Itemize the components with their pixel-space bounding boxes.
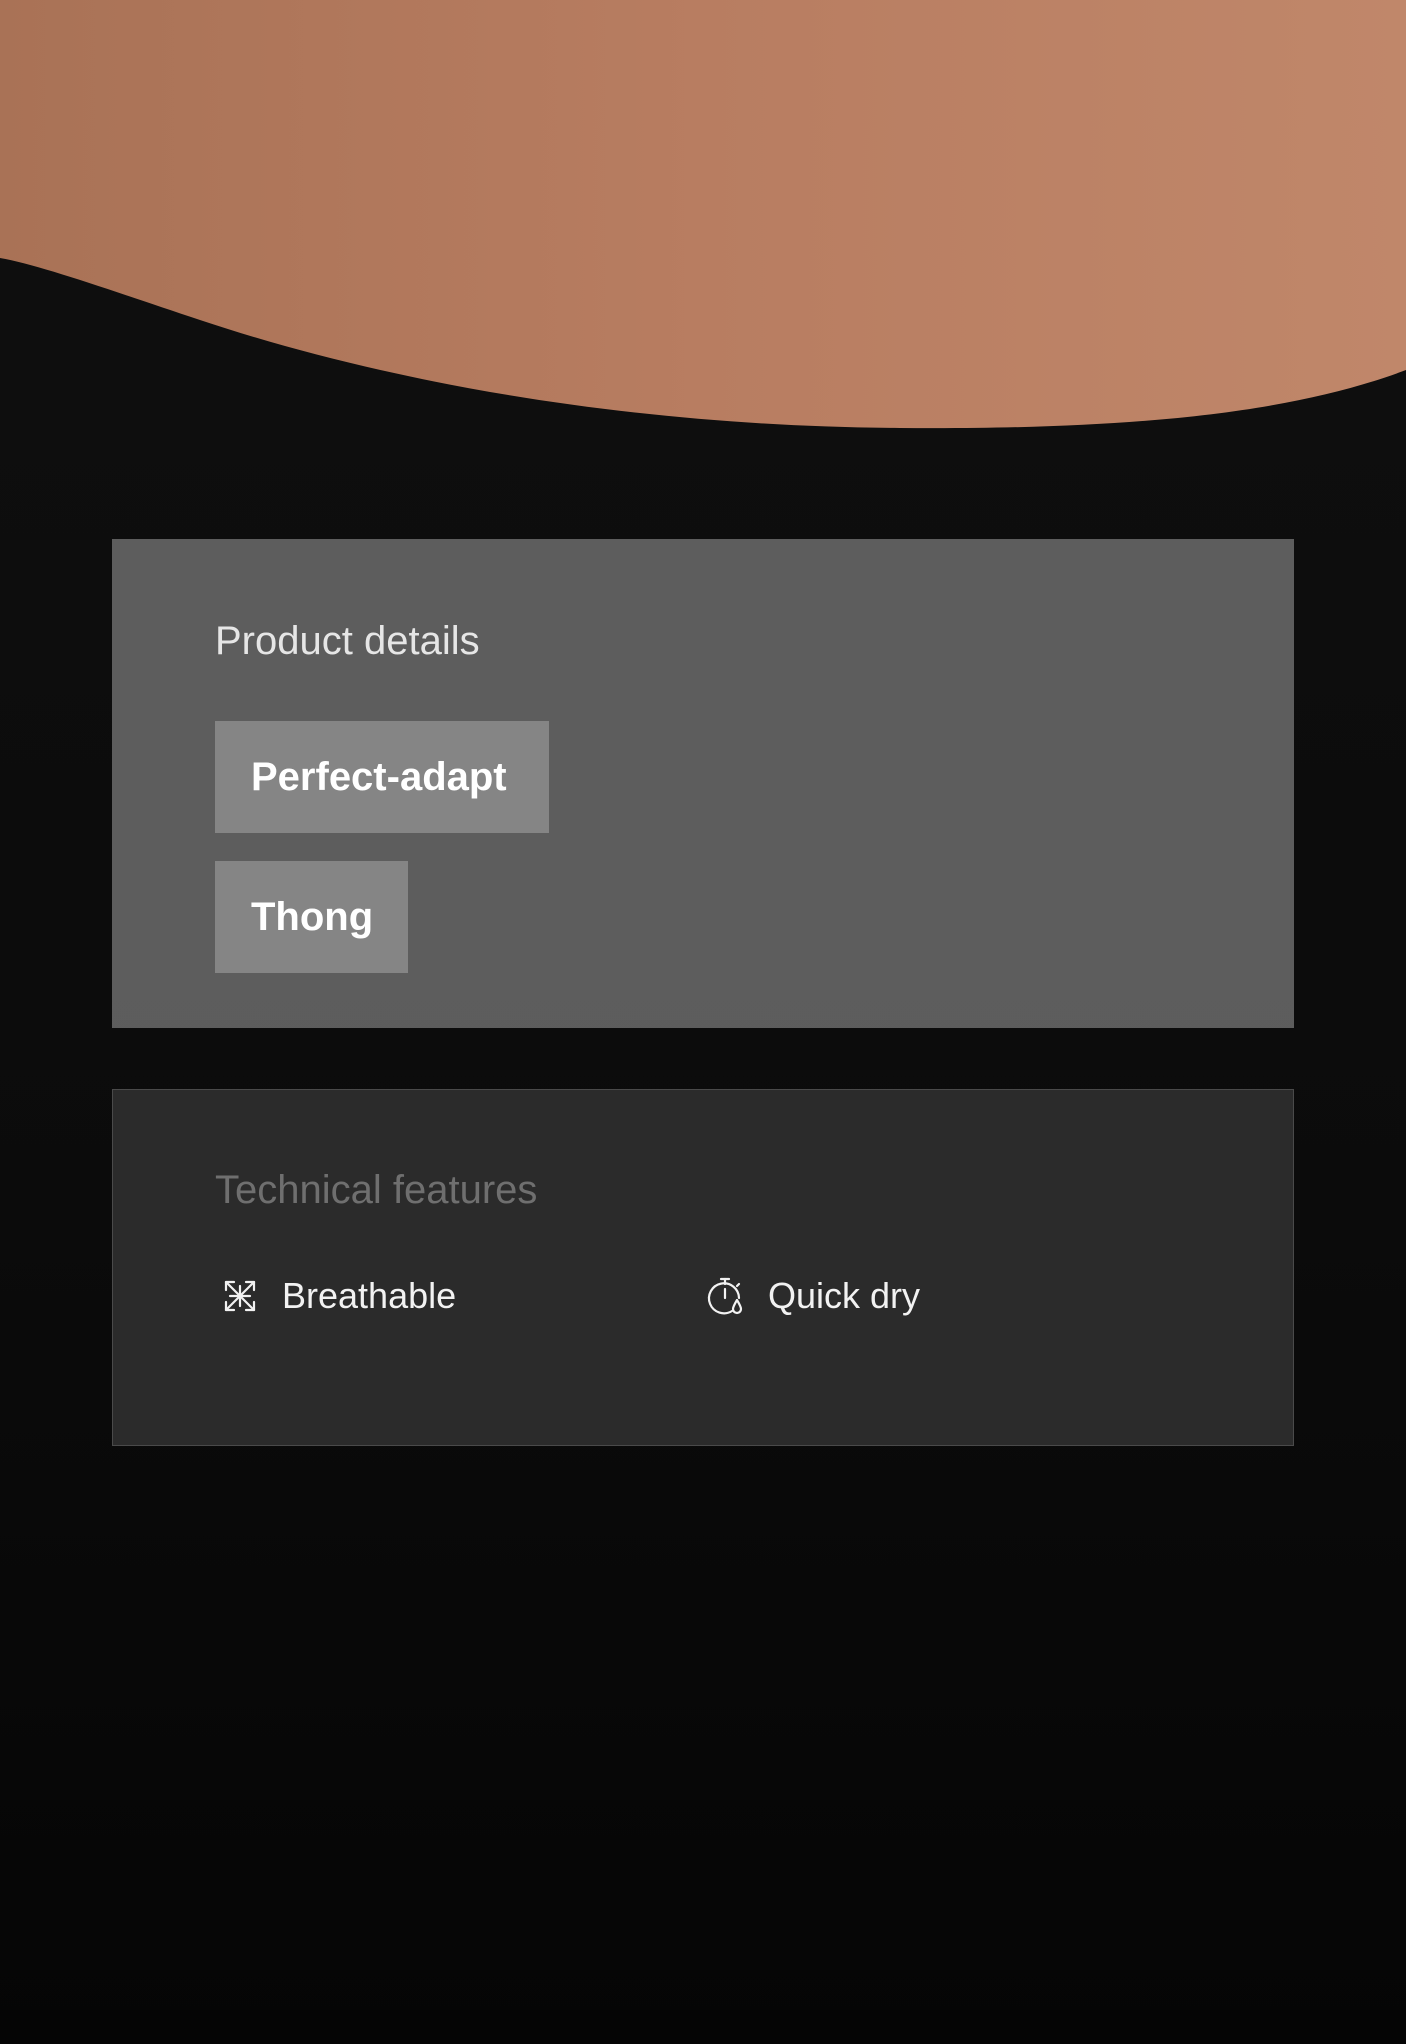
product-details-title: Product details <box>215 619 480 663</box>
product-details-panel: Product details Perfect-adapt Thong <box>112 539 1294 1028</box>
technical-features-title: Technical features <box>215 1168 538 1212</box>
feature-quick-dry: Quick dry <box>706 1272 920 1320</box>
feature-quick-dry-label: Quick dry <box>768 1275 921 1316</box>
breathable-icon <box>220 1276 260 1316</box>
chip-perfect-adapt[interactable]: Perfect-adapt <box>215 721 549 833</box>
technical-features-panel: Technical features Breathable Quick dry <box>112 1089 1294 1446</box>
feature-breathable: Breathable <box>220 1272 456 1320</box>
feature-breathable-label: Breathable <box>282 1275 457 1316</box>
quick-dry-icon <box>706 1276 746 1316</box>
chip-thong[interactable]: Thong <box>215 861 408 973</box>
product-page: Product details Perfect-adapt Thong Tech… <box>0 0 1406 2044</box>
